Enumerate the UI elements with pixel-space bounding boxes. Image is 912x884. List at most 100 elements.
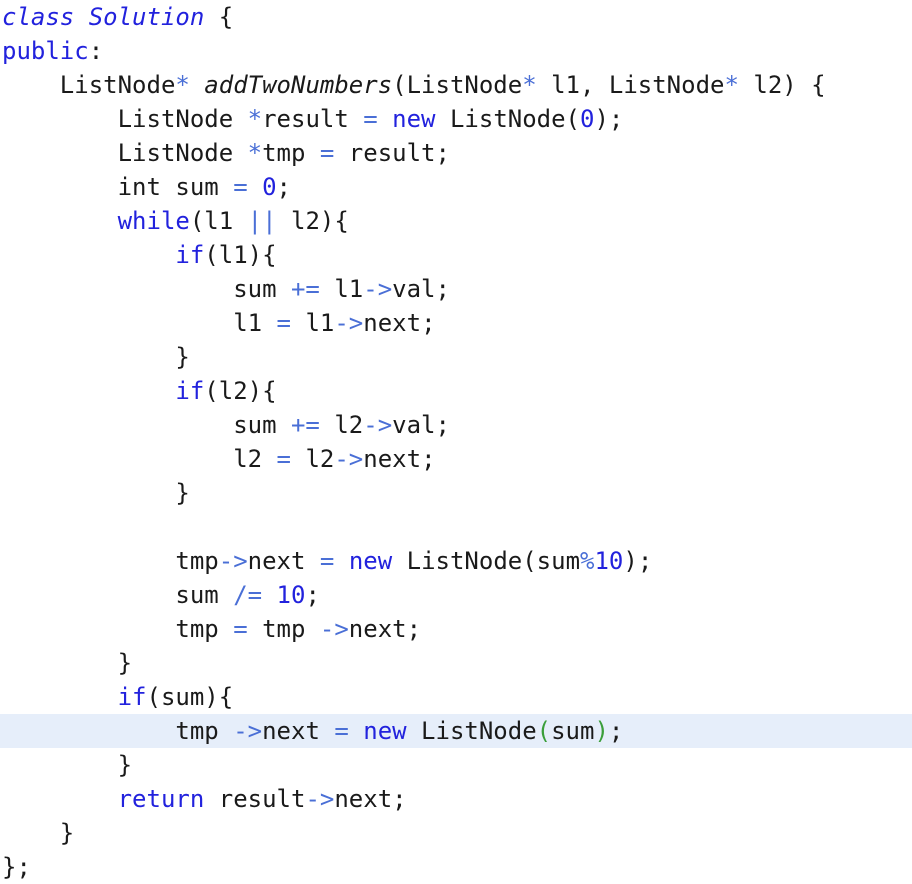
code-token: if	[117, 683, 147, 711]
code-token: }	[2, 343, 190, 371]
code-token: while	[117, 207, 190, 235]
code-token: val;	[392, 411, 450, 439]
code-token: if	[175, 377, 205, 405]
code-token: =	[233, 173, 248, 201]
code-token: l2) {	[738, 71, 826, 99]
code-token: ->	[363, 275, 393, 303]
code-token: l2	[2, 445, 277, 473]
code-token: *	[247, 105, 263, 133]
code-line[interactable]: ListNode* addTwoNumbers(ListNode* l1, Li…	[0, 68, 912, 102]
code-line[interactable]: }	[0, 340, 912, 374]
code-token: *	[724, 71, 739, 99]
code-token: =	[319, 547, 335, 575]
code-token: ListNode(	[435, 105, 581, 133]
code-line[interactable]: if(l1){	[0, 238, 912, 272]
code-line[interactable]: }	[0, 646, 912, 680]
code-token: =	[334, 717, 349, 745]
code-token: tmp	[2, 717, 234, 745]
code-token: tmp	[2, 547, 219, 575]
code-line[interactable]: int sum = 0;	[0, 170, 912, 204]
code-token: =	[319, 139, 335, 167]
code-token: ->	[363, 411, 393, 439]
code-token: sum	[2, 581, 234, 609]
code-token: ListNode	[2, 105, 248, 133]
code-token: /=	[233, 581, 263, 609]
code-token: new	[392, 105, 436, 133]
code-editor[interactable]: class Solution {public: ListNode* addTwo…	[0, 0, 912, 881]
code-line[interactable]: while(l1 || l2){	[0, 204, 912, 238]
code-token: return	[117, 785, 205, 813]
code-token: result	[204, 785, 306, 813]
code-line[interactable]: if(sum){	[0, 680, 912, 714]
code-token: sum	[2, 275, 291, 303]
code-token: }	[2, 649, 133, 677]
code-token: ;	[608, 717, 624, 745]
code-token: ListNode(sum	[392, 547, 581, 575]
code-line[interactable]: tmp->next = new ListNode(sum%10);	[0, 544, 912, 578]
code-line[interactable]: public:	[0, 34, 912, 68]
code-token: ListNode	[406, 717, 537, 745]
code-token: %	[580, 547, 595, 575]
code-token: 0	[262, 173, 277, 201]
code-token: )	[594, 717, 609, 745]
code-token: l2){	[276, 207, 349, 235]
code-line[interactable]: tmp = tmp ->next;	[0, 612, 912, 646]
code-token: =	[233, 615, 248, 643]
code-line[interactable]: return result->next;	[0, 782, 912, 816]
code-token: (ListNode	[392, 71, 523, 99]
code-token: =	[276, 445, 291, 473]
code-token: int sum	[2, 173, 234, 201]
code-line[interactable]: ListNode *tmp = result;	[0, 136, 912, 170]
code-token: *	[175, 71, 190, 99]
code-token: ->	[233, 717, 263, 745]
code-token: next;	[348, 615, 422, 643]
code-token: l2	[291, 445, 335, 473]
code-token: l2	[319, 411, 364, 439]
code-token: new	[348, 547, 393, 575]
code-token: (sum){	[146, 683, 234, 711]
code-token: ;	[305, 581, 320, 609]
code-line[interactable]: class Solution {	[0, 0, 912, 34]
code-token: addTwoNumbers	[204, 71, 393, 99]
code-line[interactable]	[0, 510, 912, 544]
code-token: public	[2, 37, 89, 65]
code-line[interactable]: sum += l1->val;	[0, 272, 912, 306]
code-token: }	[2, 479, 190, 507]
code-token: (l2){	[204, 377, 277, 405]
code-line[interactable]: }	[0, 476, 912, 510]
code-token: };	[2, 853, 31, 881]
code-token: 10	[276, 581, 306, 609]
code-token: tmp	[2, 615, 234, 643]
code-line[interactable]: sum /= 10;	[0, 578, 912, 612]
code-token: =	[363, 105, 378, 133]
code-token: );	[594, 105, 624, 133]
code-token: next	[247, 547, 320, 575]
code-token: ListNode	[2, 139, 248, 167]
code-token: next;	[334, 785, 407, 813]
code-line[interactable]: }	[0, 816, 912, 850]
code-token: sum	[551, 717, 595, 745]
code-token: ->	[334, 309, 364, 337]
code-token: {	[204, 3, 234, 31]
code-token: val;	[392, 275, 450, 303]
code-line[interactable]: l2 = l2->next;	[0, 442, 912, 476]
code-line[interactable]: sum += l2->val;	[0, 408, 912, 442]
code-token: (l1	[189, 207, 248, 235]
code-line[interactable]: if(l2){	[0, 374, 912, 408]
code-token: ->	[305, 785, 335, 813]
code-token: class	[2, 3, 75, 31]
code-line[interactable]: ListNode *result = new ListNode(0);	[0, 102, 912, 136]
code-line[interactable]: tmp ->next = new ListNode(sum);	[0, 714, 912, 748]
code-token: (	[536, 717, 552, 745]
code-token: tmp	[262, 139, 320, 167]
code-token: }	[2, 819, 75, 847]
code-token: +=	[290, 411, 320, 439]
code-line[interactable]: }	[0, 748, 912, 782]
code-line[interactable]: l1 = l1->next;	[0, 306, 912, 340]
code-line[interactable]: };	[0, 850, 912, 884]
